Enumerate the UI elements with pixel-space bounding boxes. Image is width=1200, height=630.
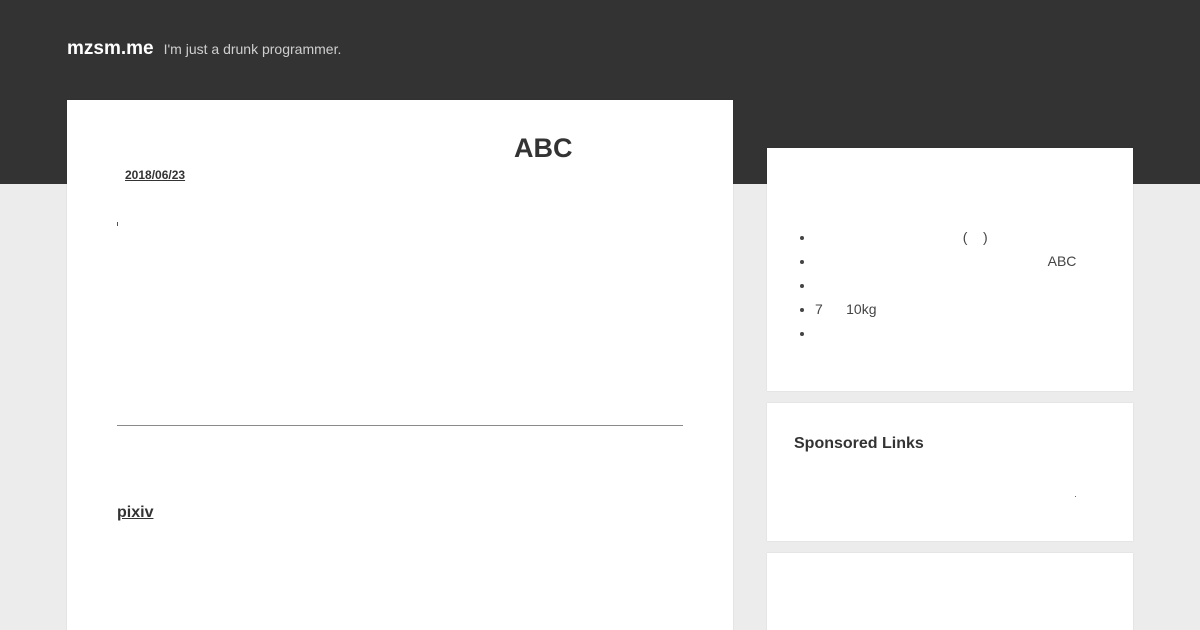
sidebar-widget-3 — [767, 553, 1133, 630]
recent-post-item-5[interactable] — [815, 324, 1133, 348]
article-text-fragment — [117, 222, 118, 226]
recent-post-item-4[interactable]: 7 10kg — [815, 300, 1133, 324]
recent-post-item-1[interactable]: ( ) — [815, 228, 1133, 252]
site-title-link[interactable]: mzsm.me — [67, 38, 154, 60]
site-branding: mzsm.me I'm just a drunk programmer. — [67, 38, 341, 60]
sponsored-links-widget: Sponsored Links — [767, 403, 1133, 541]
pixiv-link[interactable]: pixiv — [117, 504, 153, 522]
article-title: ABC — [514, 133, 573, 163]
ad-placeholder — [1075, 496, 1076, 497]
article-card: ABC 2018/06/23 pixiv — [67, 100, 733, 630]
recent-post-item-3[interactable] — [815, 276, 1133, 300]
recent-posts-widget: ( ) ABC 7 10kg — [767, 148, 1133, 391]
recent-post-item-2[interactable]: ABC — [815, 252, 1133, 276]
sponsored-links-heading: Sponsored Links — [794, 435, 924, 452]
article-divider — [117, 425, 683, 426]
post-date-link[interactable]: 2018/06/23 — [125, 168, 185, 182]
site-tagline: I'm just a drunk programmer. — [163, 41, 342, 57]
recent-posts-list: ( ) ABC 7 10kg — [767, 228, 1133, 348]
